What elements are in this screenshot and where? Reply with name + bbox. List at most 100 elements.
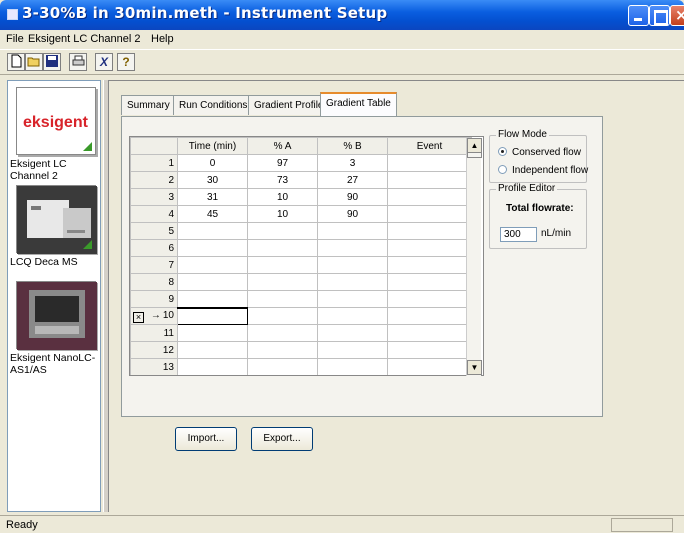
cell-percent-b[interactable] — [317, 239, 388, 257]
cell-time[interactable] — [177, 256, 248, 274]
table-row[interactable]: 4 45 10 90 — [130, 205, 472, 223]
cell-event[interactable] — [387, 256, 472, 274]
table-row[interactable]: 3 31 10 90 — [130, 188, 472, 206]
tab-run-conditions[interactable]: Run Conditions — [173, 95, 254, 115]
table-row[interactable]: 2 30 73 27 — [130, 171, 472, 189]
cell-event[interactable] — [387, 324, 472, 342]
cell-percent-a[interactable] — [247, 222, 318, 240]
cell-percent-b[interactable] — [317, 341, 388, 359]
cell-time[interactable]: 30 — [177, 171, 248, 189]
scroll-up-icon[interactable]: ▲ — [467, 138, 482, 153]
table-row-current[interactable]: × → 10 — [130, 306, 472, 325]
cell-percent-b[interactable] — [317, 290, 388, 308]
help-icon[interactable]: ? — [117, 53, 135, 71]
table-row[interactable]: 12 — [130, 341, 472, 359]
cell-percent-a[interactable]: 10 — [247, 205, 318, 223]
table-row[interactable]: 1 0 97 3 — [130, 154, 472, 172]
cut-icon[interactable]: X — [95, 53, 113, 71]
cell-time[interactable] — [177, 239, 248, 257]
gradient-grid[interactable]: Time (min) % A % B Event 1 0 97 3 2 30 73 27 3… — [129, 136, 484, 376]
tab-gradient-profile[interactable]: Gradient Profile — [248, 95, 330, 115]
scroll-thumb[interactable] — [467, 152, 482, 158]
cell-percent-a[interactable] — [247, 256, 318, 274]
table-row[interactable]: 6 — [130, 239, 472, 257]
cell-event[interactable] — [387, 358, 472, 375]
table-row[interactable]: 13 — [130, 358, 472, 375]
cell-time[interactable] — [177, 324, 248, 342]
cell-percent-a[interactable]: 73 — [247, 171, 318, 189]
title-bar[interactable]: 3-30%B in 30min.meth - Instrument Setup … — [0, 0, 684, 30]
cell-percent-b[interactable] — [317, 358, 388, 375]
cell-percent-a[interactable] — [247, 341, 318, 359]
cell-event[interactable] — [387, 188, 472, 206]
cell-time[interactable]: 45 — [177, 205, 248, 223]
cell-percent-b[interactable] — [317, 273, 388, 291]
grid-scrollbar[interactable]: ▲ ▼ — [466, 138, 482, 376]
cell-time[interactable] — [177, 290, 248, 308]
cell-percent-b[interactable] — [317, 307, 388, 325]
open-folder-icon[interactable] — [25, 53, 43, 71]
save-icon[interactable] — [43, 53, 61, 71]
cell-percent-b[interactable] — [317, 222, 388, 240]
table-row[interactable]: 8 — [130, 273, 472, 291]
close-button[interactable]: × — [670, 5, 684, 26]
cell-time[interactable] — [177, 273, 248, 291]
menu-file[interactable]: File — [6, 33, 24, 45]
export-button[interactable]: Export... — [251, 427, 313, 451]
cell-percent-b[interactable] — [317, 256, 388, 274]
column-header-percent-b[interactable]: % B — [317, 137, 388, 155]
independent-flow-radio[interactable]: Independent flow — [498, 165, 588, 176]
cell-time[interactable] — [177, 222, 248, 240]
tab-gradient-table[interactable]: Gradient Table — [320, 92, 397, 116]
cell-event[interactable] — [387, 341, 472, 359]
cell-percent-a[interactable] — [247, 324, 318, 342]
cell-percent-b[interactable] — [317, 324, 388, 342]
column-header-event[interactable]: Event — [387, 137, 472, 155]
cell-event[interactable] — [387, 307, 472, 325]
menu-eksigent-lc-channel[interactable]: Eksigent LC Channel 2 — [28, 33, 141, 45]
delete-row-icon[interactable]: × — [133, 311, 144, 323]
cell-percent-a[interactable]: 10 — [247, 188, 318, 206]
cell-percent-a[interactable] — [247, 273, 318, 291]
import-button[interactable]: Import... — [175, 427, 237, 451]
cell-event[interactable] — [387, 171, 472, 189]
cell-event[interactable] — [387, 239, 472, 257]
channel-lcq-deca-tile[interactable] — [16, 185, 97, 254]
maximize-button[interactable] — [649, 5, 670, 26]
cell-time[interactable]: 0 — [177, 154, 248, 172]
table-row[interactable]: 5 — [130, 222, 472, 240]
table-row[interactable]: 11 — [130, 324, 472, 342]
cell-percent-b[interactable]: 3 — [317, 154, 388, 172]
column-header-percent-a[interactable]: % A — [247, 137, 318, 155]
cell-time[interactable] — [177, 341, 248, 359]
column-header-time[interactable]: Time (min) — [177, 137, 248, 155]
channel-nanolc-as-tile[interactable] — [16, 281, 97, 350]
cell-time[interactable] — [177, 306, 248, 325]
cell-percent-a[interactable] — [247, 290, 318, 308]
menu-help[interactable]: Help — [151, 33, 174, 45]
tab-summary[interactable]: Summary — [121, 95, 176, 115]
table-row[interactable]: 9 — [130, 290, 472, 308]
cell-percent-b[interactable]: 90 — [317, 188, 388, 206]
cell-time[interactable] — [177, 358, 248, 375]
scroll-down-icon[interactable]: ▼ — [467, 360, 482, 375]
cell-event[interactable] — [387, 273, 472, 291]
print-icon[interactable] — [69, 53, 87, 71]
cell-time[interactable]: 31 — [177, 188, 248, 206]
cell-event[interactable] — [387, 205, 472, 223]
table-row[interactable]: 7 — [130, 256, 472, 274]
channel-eksigent-lc-tile[interactable]: eksigent — [16, 87, 96, 155]
cell-event[interactable] — [387, 154, 472, 172]
cell-percent-a[interactable] — [247, 239, 318, 257]
cell-event[interactable] — [387, 290, 472, 308]
cell-event[interactable] — [387, 222, 472, 240]
cell-percent-b[interactable]: 27 — [317, 171, 388, 189]
minimize-button[interactable] — [628, 5, 649, 26]
cell-percent-a[interactable]: 97 — [247, 154, 318, 172]
cell-percent-a[interactable] — [247, 307, 318, 325]
cell-percent-b[interactable]: 90 — [317, 205, 388, 223]
conserved-flow-radio[interactable]: Conserved flow — [498, 147, 581, 158]
cell-percent-a[interactable] — [247, 358, 318, 375]
total-flowrate-input[interactable]: 300 — [500, 227, 537, 242]
new-doc-icon[interactable] — [7, 53, 25, 71]
